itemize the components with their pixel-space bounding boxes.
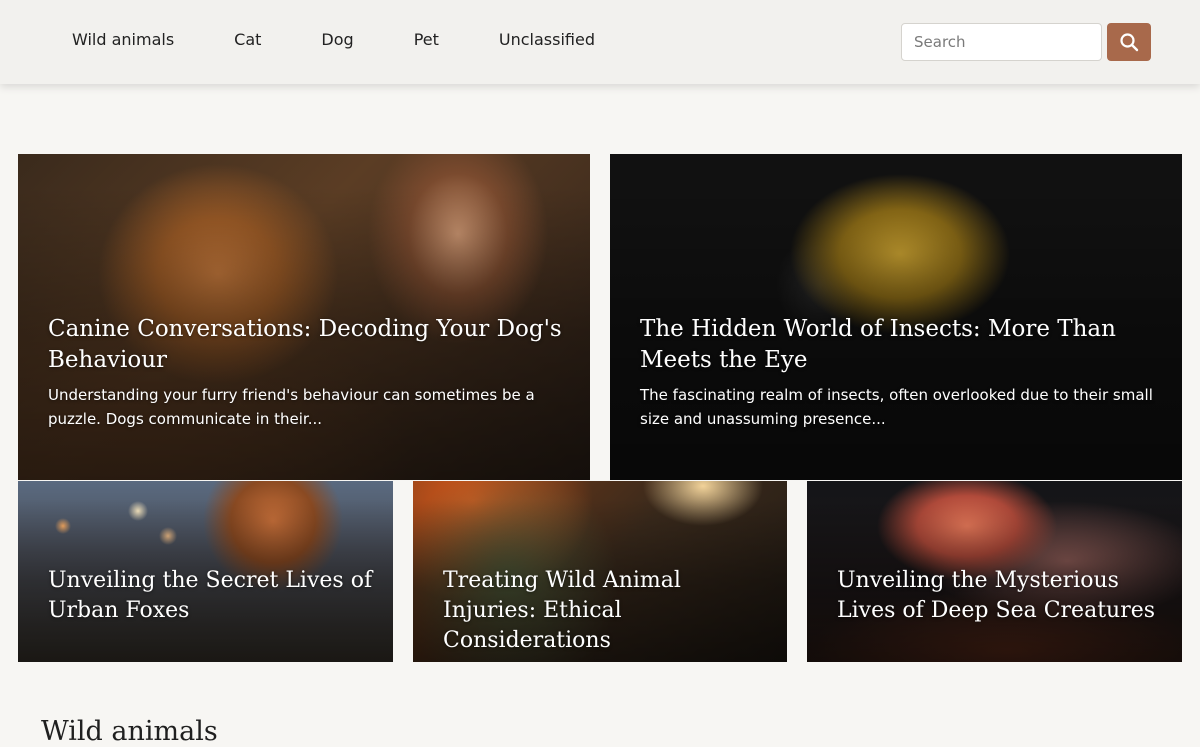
- section-heading: Wild animals: [41, 716, 218, 747]
- nav-item-cat[interactable]: Cat: [234, 30, 261, 49]
- featured-post-insects[interactable]: The Hidden World of Insects: More Than M…: [610, 154, 1182, 480]
- post-urban-foxes[interactable]: Unveiling the Secret Lives of Urban Foxe…: [18, 481, 393, 662]
- nav-item-unclassified[interactable]: Unclassified: [499, 30, 595, 49]
- search-icon: [1120, 33, 1139, 52]
- category-nav: Wild animals Cat Dog Pet Unclassified: [72, 30, 595, 49]
- post-excerpt: Understanding your furry friend's behavi…: [48, 386, 535, 428]
- top-navigation-bar: Wild animals Cat Dog Pet Unclassified: [0, 0, 1200, 84]
- post-excerpt: The fascinating realm of insects, often …: [640, 386, 1153, 428]
- post-title[interactable]: Canine Conversations: Decoding Your Dog'…: [48, 314, 568, 376]
- featured-post-dog-behaviour[interactable]: Canine Conversations: Decoding Your Dog'…: [18, 154, 590, 480]
- post-title[interactable]: Unveiling the Mysterious Lives of Deep S…: [837, 566, 1167, 626]
- post-title[interactable]: The Hidden World of Insects: More Than M…: [640, 314, 1160, 376]
- search-button[interactable]: [1107, 23, 1151, 61]
- nav-item-dog[interactable]: Dog: [321, 30, 353, 49]
- nav-item-pet[interactable]: Pet: [414, 30, 439, 49]
- post-wild-animal-injuries[interactable]: Treating Wild Animal Injuries: Ethical C…: [413, 481, 787, 662]
- post-title[interactable]: Unveiling the Secret Lives of Urban Foxe…: [48, 566, 378, 626]
- post-deep-sea-creatures[interactable]: Unveiling the Mysterious Lives of Deep S…: [807, 481, 1182, 662]
- post-title[interactable]: Treating Wild Animal Injuries: Ethical C…: [443, 566, 773, 656]
- nav-item-wild-animals[interactable]: Wild animals: [72, 30, 174, 49]
- search-input[interactable]: [901, 23, 1102, 61]
